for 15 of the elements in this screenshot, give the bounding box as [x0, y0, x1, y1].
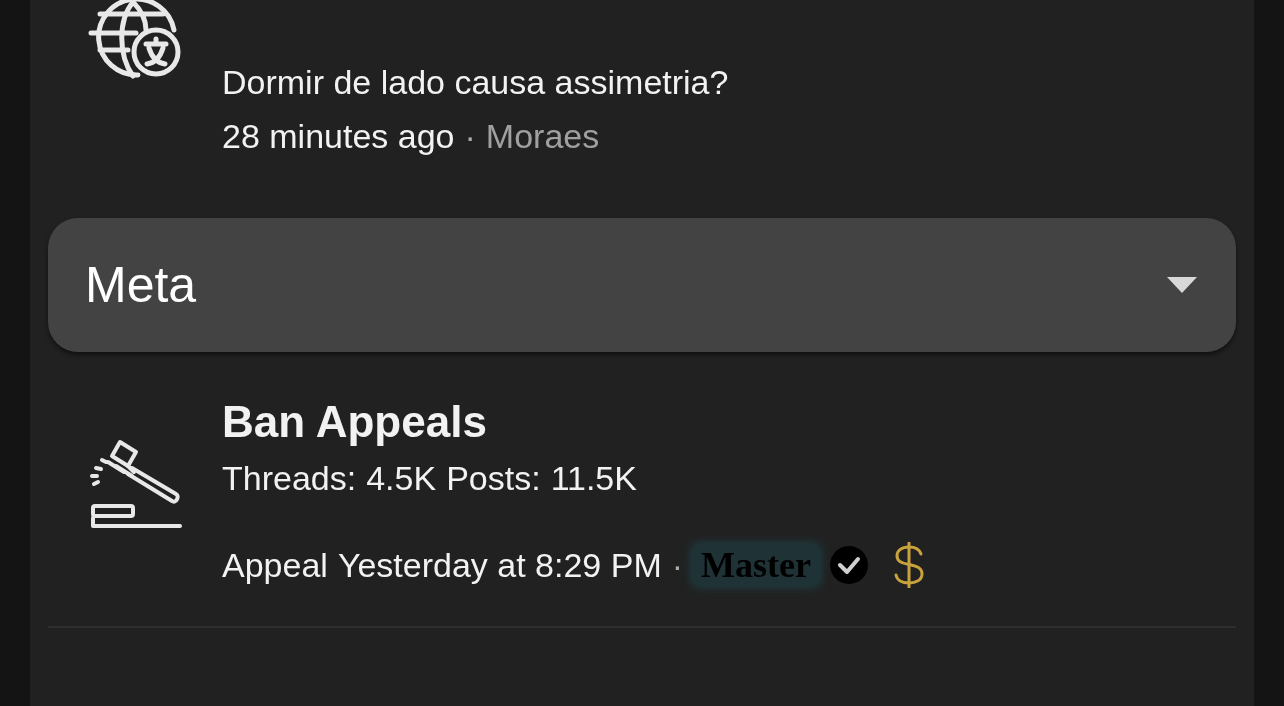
- threads-count: 4.5K: [366, 458, 437, 498]
- last-post-time: Yesterday at 8:29 PM: [337, 545, 662, 585]
- last-post-time: 28 minutes ago: [222, 116, 455, 156]
- globe-translate-icon: [88, 0, 182, 80]
- last-post-title[interactable]: Appeal: [222, 545, 328, 585]
- separator-dot: ·: [671, 545, 684, 585]
- threads-label: Threads:: [222, 458, 357, 498]
- posts-count: 11.5K: [550, 458, 637, 498]
- caret-icon: [1165, 275, 1199, 295]
- category-header[interactable]: Meta: [48, 218, 1236, 352]
- posts-label: Posts:: [446, 458, 541, 498]
- last-post-title[interactable]: Dormir de lado causa assimetria?: [222, 62, 729, 102]
- last-post-user[interactable]: Moraes: [485, 116, 600, 156]
- forum-title[interactable]: Ban Appeals: [222, 398, 927, 446]
- separator-dot: ·: [464, 116, 476, 156]
